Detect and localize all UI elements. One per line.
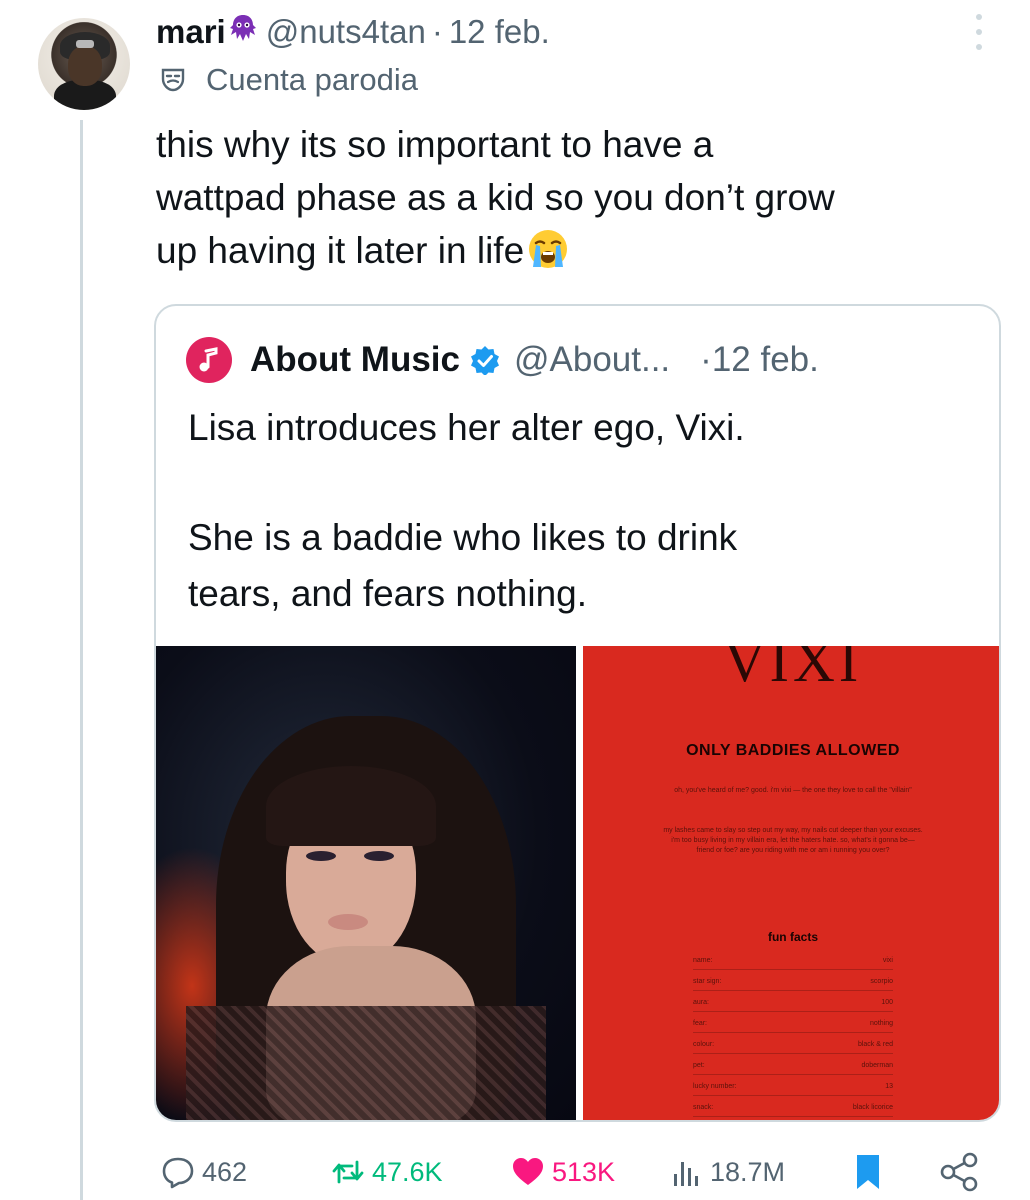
thread-line	[80, 120, 83, 1200]
fact-key: star sign:	[693, 978, 722, 985]
lisa-photo[interactable]	[156, 646, 576, 1120]
quoted-time-text: 12 feb.	[711, 340, 819, 379]
reply-button[interactable]: 462	[160, 1150, 247, 1194]
user-handle[interactable]: @nuts4tan	[266, 13, 426, 51]
parody-label-row: Cuenta parodia	[160, 60, 418, 100]
reply-icon	[162, 1157, 194, 1189]
fact-key: snack:	[693, 1104, 714, 1111]
bookmark-icon	[857, 1155, 879, 1189]
poster-fact-row: aura: 100	[693, 994, 893, 1012]
tweet-text-line: this why its so important to have a	[156, 124, 714, 165]
parody-label: Cuenta parodia	[206, 62, 418, 97]
poster-subtitle: ONLY BADDIES ALLOWED	[686, 742, 900, 759]
photo-lace	[186, 1006, 546, 1120]
repost-icon	[332, 1160, 364, 1184]
verified-badge-icon	[470, 346, 499, 375]
like-button[interactable]: 513K	[510, 1150, 615, 1194]
tweet-header: mari @nuts4tan · 12 feb.	[156, 10, 550, 54]
fact-value: 13	[885, 1083, 893, 1090]
quoted-text-blank-line	[188, 456, 988, 510]
quoted-text-line: tears, and fears nothing.	[188, 573, 588, 614]
poster-fact-row: pet: doberman	[693, 1057, 893, 1075]
fact-value: 100	[881, 999, 893, 1006]
poster-fun-facts-title: fun facts	[767, 930, 818, 944]
poster-paragraph: my lashes came to slay so step out my wa…	[663, 827, 923, 854]
poster-fact-row: lucky number: 13	[693, 1078, 893, 1096]
repost-button[interactable]: 47.6K	[330, 1150, 443, 1194]
fact-value: doberman	[861, 1062, 893, 1069]
views-button[interactable]: 18.7M	[668, 1150, 785, 1194]
quoted-tweet[interactable]: About Music @About... ·12 feb. Lisa intr…	[154, 304, 1001, 1122]
about-music-avatar	[186, 337, 232, 383]
avatar-face	[68, 46, 102, 86]
fact-key: aura:	[693, 999, 709, 1006]
share-icon	[940, 1152, 978, 1192]
tweet-text-line: wattpad phase as a kid so you don’t grow	[156, 177, 835, 218]
separator-dot: ·	[700, 340, 712, 379]
fact-key: pet:	[693, 1062, 705, 1069]
fact-key: colour:	[693, 1041, 715, 1048]
reply-count: 462	[202, 1156, 248, 1187]
photo-eye	[306, 851, 336, 861]
alien-monster-emoji	[228, 13, 258, 51]
more-dot	[976, 44, 982, 50]
tweet-actions: 462 47.6K 513K 18.7M	[160, 1150, 990, 1194]
like-count: 513K	[552, 1156, 616, 1187]
more-options-icon[interactable]	[972, 14, 986, 50]
share-button[interactable]	[938, 1150, 988, 1194]
separator-dot: ·	[431, 13, 443, 50]
avatar-headband	[76, 40, 94, 48]
music-note-icon	[199, 347, 218, 372]
quoted-text-line: She is a baddie who likes to drink	[188, 517, 738, 558]
quoted-media: VIXI ONLY BADDIES ALLOWED oh, you've hea…	[156, 646, 999, 1120]
tweet-time[interactable]: 12 feb.	[449, 13, 550, 51]
tweet-text: this why its so important to have a watt…	[156, 118, 1016, 277]
more-dot	[976, 29, 982, 35]
photo-lips	[328, 914, 368, 930]
alien-monster-emoji-svg	[229, 15, 256, 41]
quoted-username[interactable]: About Music	[250, 340, 460, 380]
poster-intro: oh, you've heard of me? good. i'm vixi —…	[674, 787, 912, 794]
fact-value: black licorice	[852, 1104, 893, 1111]
vixi-poster[interactable]: VIXI ONLY BADDIES ALLOWED oh, you've hea…	[583, 646, 999, 1120]
fact-value: vixi	[882, 957, 893, 964]
quoted-tweet-header: About Music @About... ·12 feb.	[186, 336, 819, 384]
tweet-text-line: up having it later in life	[156, 230, 525, 271]
poster-fact-row: colour: black & red	[693, 1036, 893, 1054]
media-divider	[576, 646, 583, 1120]
fact-value: black & red	[857, 1041, 893, 1048]
quoted-time[interactable]: ·12 feb.	[700, 340, 819, 380]
theater-mask-icon	[160, 67, 186, 93]
more-dot	[976, 14, 982, 20]
poster-fact-row: star sign: scorpio	[693, 973, 893, 991]
tweet-text-line-last: up having it later in life	[156, 224, 1016, 277]
loudly-crying-face-emoji	[526, 227, 570, 271]
avatar[interactable]	[38, 18, 130, 110]
quoted-text-line: Lisa introduces her alter ego, Vixi.	[188, 407, 745, 448]
fact-value: scorpio	[870, 978, 893, 985]
bookmark-button[interactable]	[850, 1150, 892, 1194]
username[interactable]: mari	[156, 13, 226, 51]
photo-eye	[364, 851, 394, 861]
poster-title: VIXI	[723, 646, 863, 694]
quoted-tweet-text: Lisa introduces her alter ego, Vixi. She…	[188, 400, 988, 622]
views-chart-icon	[674, 1162, 698, 1186]
photo-bangs	[266, 766, 436, 846]
poster-fact-row: snack: black licorice	[693, 1099, 893, 1117]
views-count: 18.7M	[710, 1156, 786, 1187]
repost-count: 47.6K	[372, 1156, 443, 1187]
quoted-handle[interactable]: @About...	[514, 340, 670, 380]
fact-value: nothing	[870, 1020, 893, 1027]
poster-fact-row: name: vixi	[693, 952, 893, 970]
fact-key: name:	[693, 957, 713, 964]
fact-key: lucky number:	[693, 1083, 737, 1090]
heart-icon	[513, 1158, 543, 1185]
fact-key: fear:	[693, 1020, 708, 1027]
poster-fact-row: fear: nothing	[693, 1015, 893, 1033]
